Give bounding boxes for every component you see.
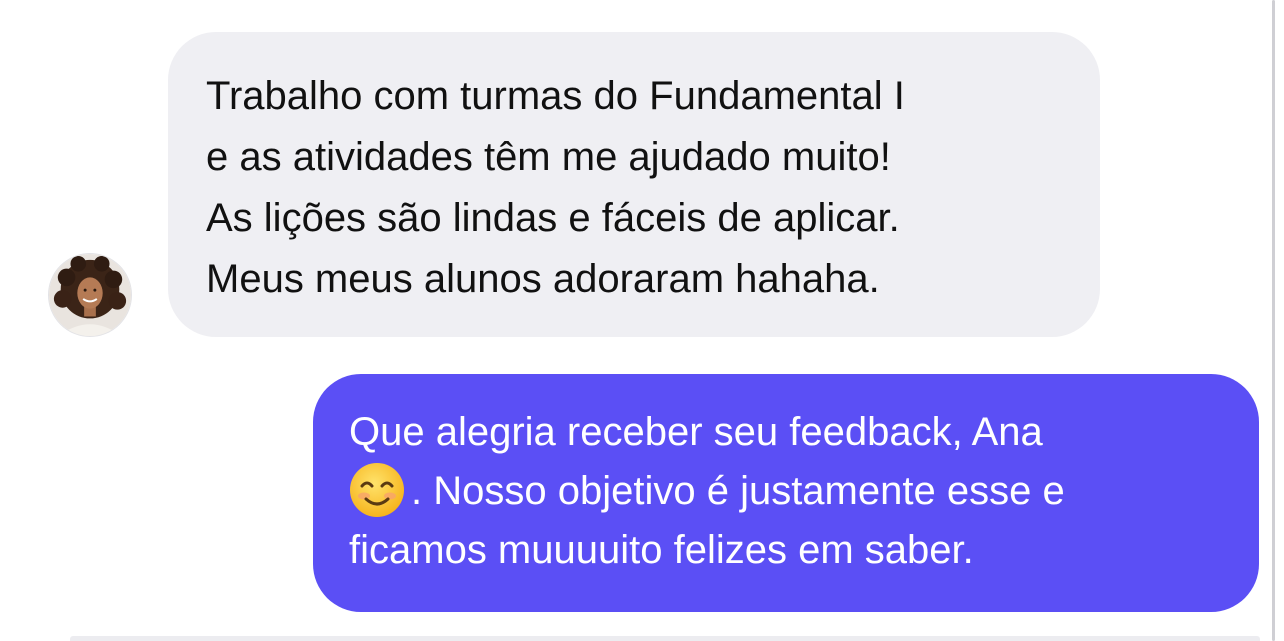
received-message-line: e as atividades têm me ajudado muito! bbox=[206, 135, 891, 179]
sent-message-text: . Nosso objetivo é justamente esse e bbox=[411, 469, 1065, 513]
contact-avatar[interactable] bbox=[48, 253, 132, 337]
received-message-line: Meus meus alunos adoraram hahaha. bbox=[206, 257, 880, 301]
sent-message-line: . Nosso objetivo é justamente esse e bbox=[349, 462, 1239, 521]
received-message-line: As lições são lindas e fáceis de aplicar… bbox=[206, 196, 900, 240]
sent-message-bubble[interactable]: Que alegria receber seu feedback, Ana . … bbox=[313, 374, 1259, 612]
sent-message-line: ficamos muuuuito felizes em saber. bbox=[349, 528, 974, 572]
sent-message-line: Que alegria receber seu feedback, Ana bbox=[349, 410, 1043, 454]
received-message-bubble[interactable]: Trabalho com turmas do Fundamental I e a… bbox=[168, 32, 1100, 337]
received-message-line: Trabalho com turmas do Fundamental I bbox=[206, 74, 905, 118]
avatar-image bbox=[49, 254, 131, 336]
composer-top-edge bbox=[70, 636, 1260, 641]
smiling-face-emoji bbox=[349, 462, 405, 518]
chat-thread: Trabalho com turmas do Fundamental I e a… bbox=[0, 0, 1284, 641]
scrollbar[interactable] bbox=[1272, 0, 1275, 641]
